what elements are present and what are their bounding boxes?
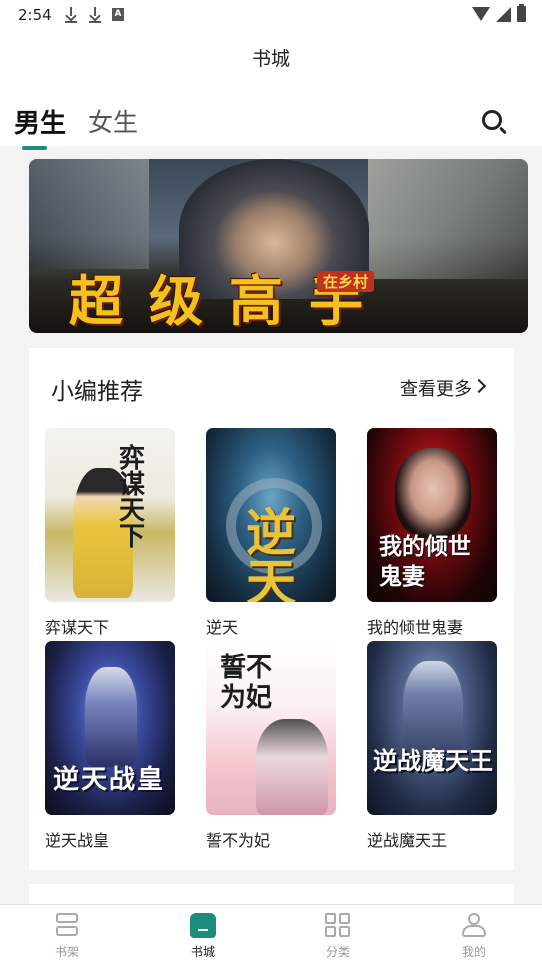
search-button[interactable] bbox=[482, 110, 508, 136]
book-cover[interactable]: 誓不为妃 bbox=[206, 641, 336, 815]
nav-bookshelf[interactable]: 书架 bbox=[27, 905, 107, 965]
download-icon bbox=[64, 7, 78, 23]
cover-title: 誓不为妃 bbox=[220, 653, 273, 713]
nav-label: 分类 bbox=[325, 945, 350, 959]
cover-title: 逆天 bbox=[246, 503, 296, 603]
book-item[interactable]: 我的倾世鬼妻 我的倾世鬼妻 bbox=[367, 428, 497, 638]
system-icons bbox=[472, 4, 526, 22]
book-cover[interactable]: 弈谋天下 bbox=[45, 428, 175, 602]
book-item[interactable]: 逆天战皇 逆天战皇 bbox=[45, 641, 175, 851]
chevron-right-icon[interactable] bbox=[471, 378, 487, 394]
page-title: 书城 bbox=[251, 48, 290, 70]
book-title[interactable]: 弈谋天下 bbox=[45, 614, 175, 638]
book-title[interactable]: 我的倾世鬼妻 bbox=[367, 614, 497, 638]
book-title[interactable]: 逆天战皇 bbox=[45, 827, 175, 851]
recommend-section: 小编推荐 查看更多 弈谋天下 弈谋天下 逆天 逆天 我的倾世鬼妻 我的倾世鬼妻 … bbox=[29, 348, 514, 870]
status-bar: 2:54 A bbox=[0, 0, 542, 30]
bookstore-icon bbox=[190, 913, 216, 938]
app-notification-icon: A bbox=[112, 8, 124, 21]
tab-indicator bbox=[22, 146, 47, 150]
bottom-nav: 书架 书城 分类 我的 bbox=[0, 904, 542, 965]
book-cover[interactable]: 逆天 bbox=[206, 428, 336, 602]
app-bar: 书城 男生 女生 bbox=[0, 30, 542, 150]
status-time: 2:54 bbox=[18, 6, 52, 24]
book-title[interactable]: 逆战魔天王 bbox=[367, 827, 497, 851]
banner-art bbox=[368, 159, 528, 279]
book-item[interactable]: 逆战魔天王 逆战魔天王 bbox=[367, 641, 497, 851]
tab-male[interactable]: 男生 bbox=[14, 103, 66, 140]
section-title: 小编推荐 bbox=[51, 379, 143, 405]
nav-profile[interactable]: 我的 bbox=[434, 905, 514, 965]
profile-icon bbox=[461, 913, 487, 938]
book-cover[interactable]: 逆天战皇 bbox=[45, 641, 175, 815]
book-item[interactable]: 弈谋天下 弈谋天下 bbox=[45, 428, 175, 638]
nav-label: 我的 bbox=[461, 945, 486, 959]
banner-subtitle: 在乡村 bbox=[317, 271, 375, 292]
notification-icons: A bbox=[64, 7, 124, 23]
book-title[interactable]: 誓不为妃 bbox=[206, 827, 336, 851]
tab-female[interactable]: 女生 bbox=[88, 103, 138, 139]
cover-title: 逆天战皇 bbox=[53, 765, 166, 795]
category-icon bbox=[325, 913, 351, 938]
banner-carousel[interactable]: 超级高手 在乡村 bbox=[29, 159, 528, 333]
banner-title: 超级高手 bbox=[69, 269, 389, 333]
view-more-link[interactable]: 查看更多 bbox=[400, 375, 472, 401]
book-cover[interactable]: 我的倾世鬼妻 bbox=[367, 428, 497, 602]
wifi-icon bbox=[472, 7, 490, 21]
signal-icon bbox=[496, 6, 511, 22]
cover-title: 逆战魔天王 bbox=[373, 746, 493, 775]
nav-bookstore[interactable]: 书城 bbox=[163, 905, 243, 965]
cover-title: 我的倾世鬼妻 bbox=[379, 533, 471, 590]
book-item[interactable]: 逆天 逆天 bbox=[206, 428, 336, 638]
bookshelf-icon bbox=[54, 913, 80, 938]
nav-label: 书架 bbox=[54, 945, 79, 959]
download-icon bbox=[88, 7, 102, 23]
book-title[interactable]: 逆天 bbox=[206, 614, 336, 638]
cover-title: 弈谋天下 bbox=[119, 444, 146, 552]
book-cover[interactable]: 逆战魔天王 bbox=[367, 641, 497, 815]
nav-label: 书城 bbox=[190, 945, 215, 959]
battery-icon bbox=[517, 4, 526, 22]
banner-art bbox=[29, 159, 149, 269]
nav-category[interactable]: 分类 bbox=[298, 905, 378, 965]
book-item[interactable]: 誓不为妃 誓不为妃 bbox=[206, 641, 336, 851]
